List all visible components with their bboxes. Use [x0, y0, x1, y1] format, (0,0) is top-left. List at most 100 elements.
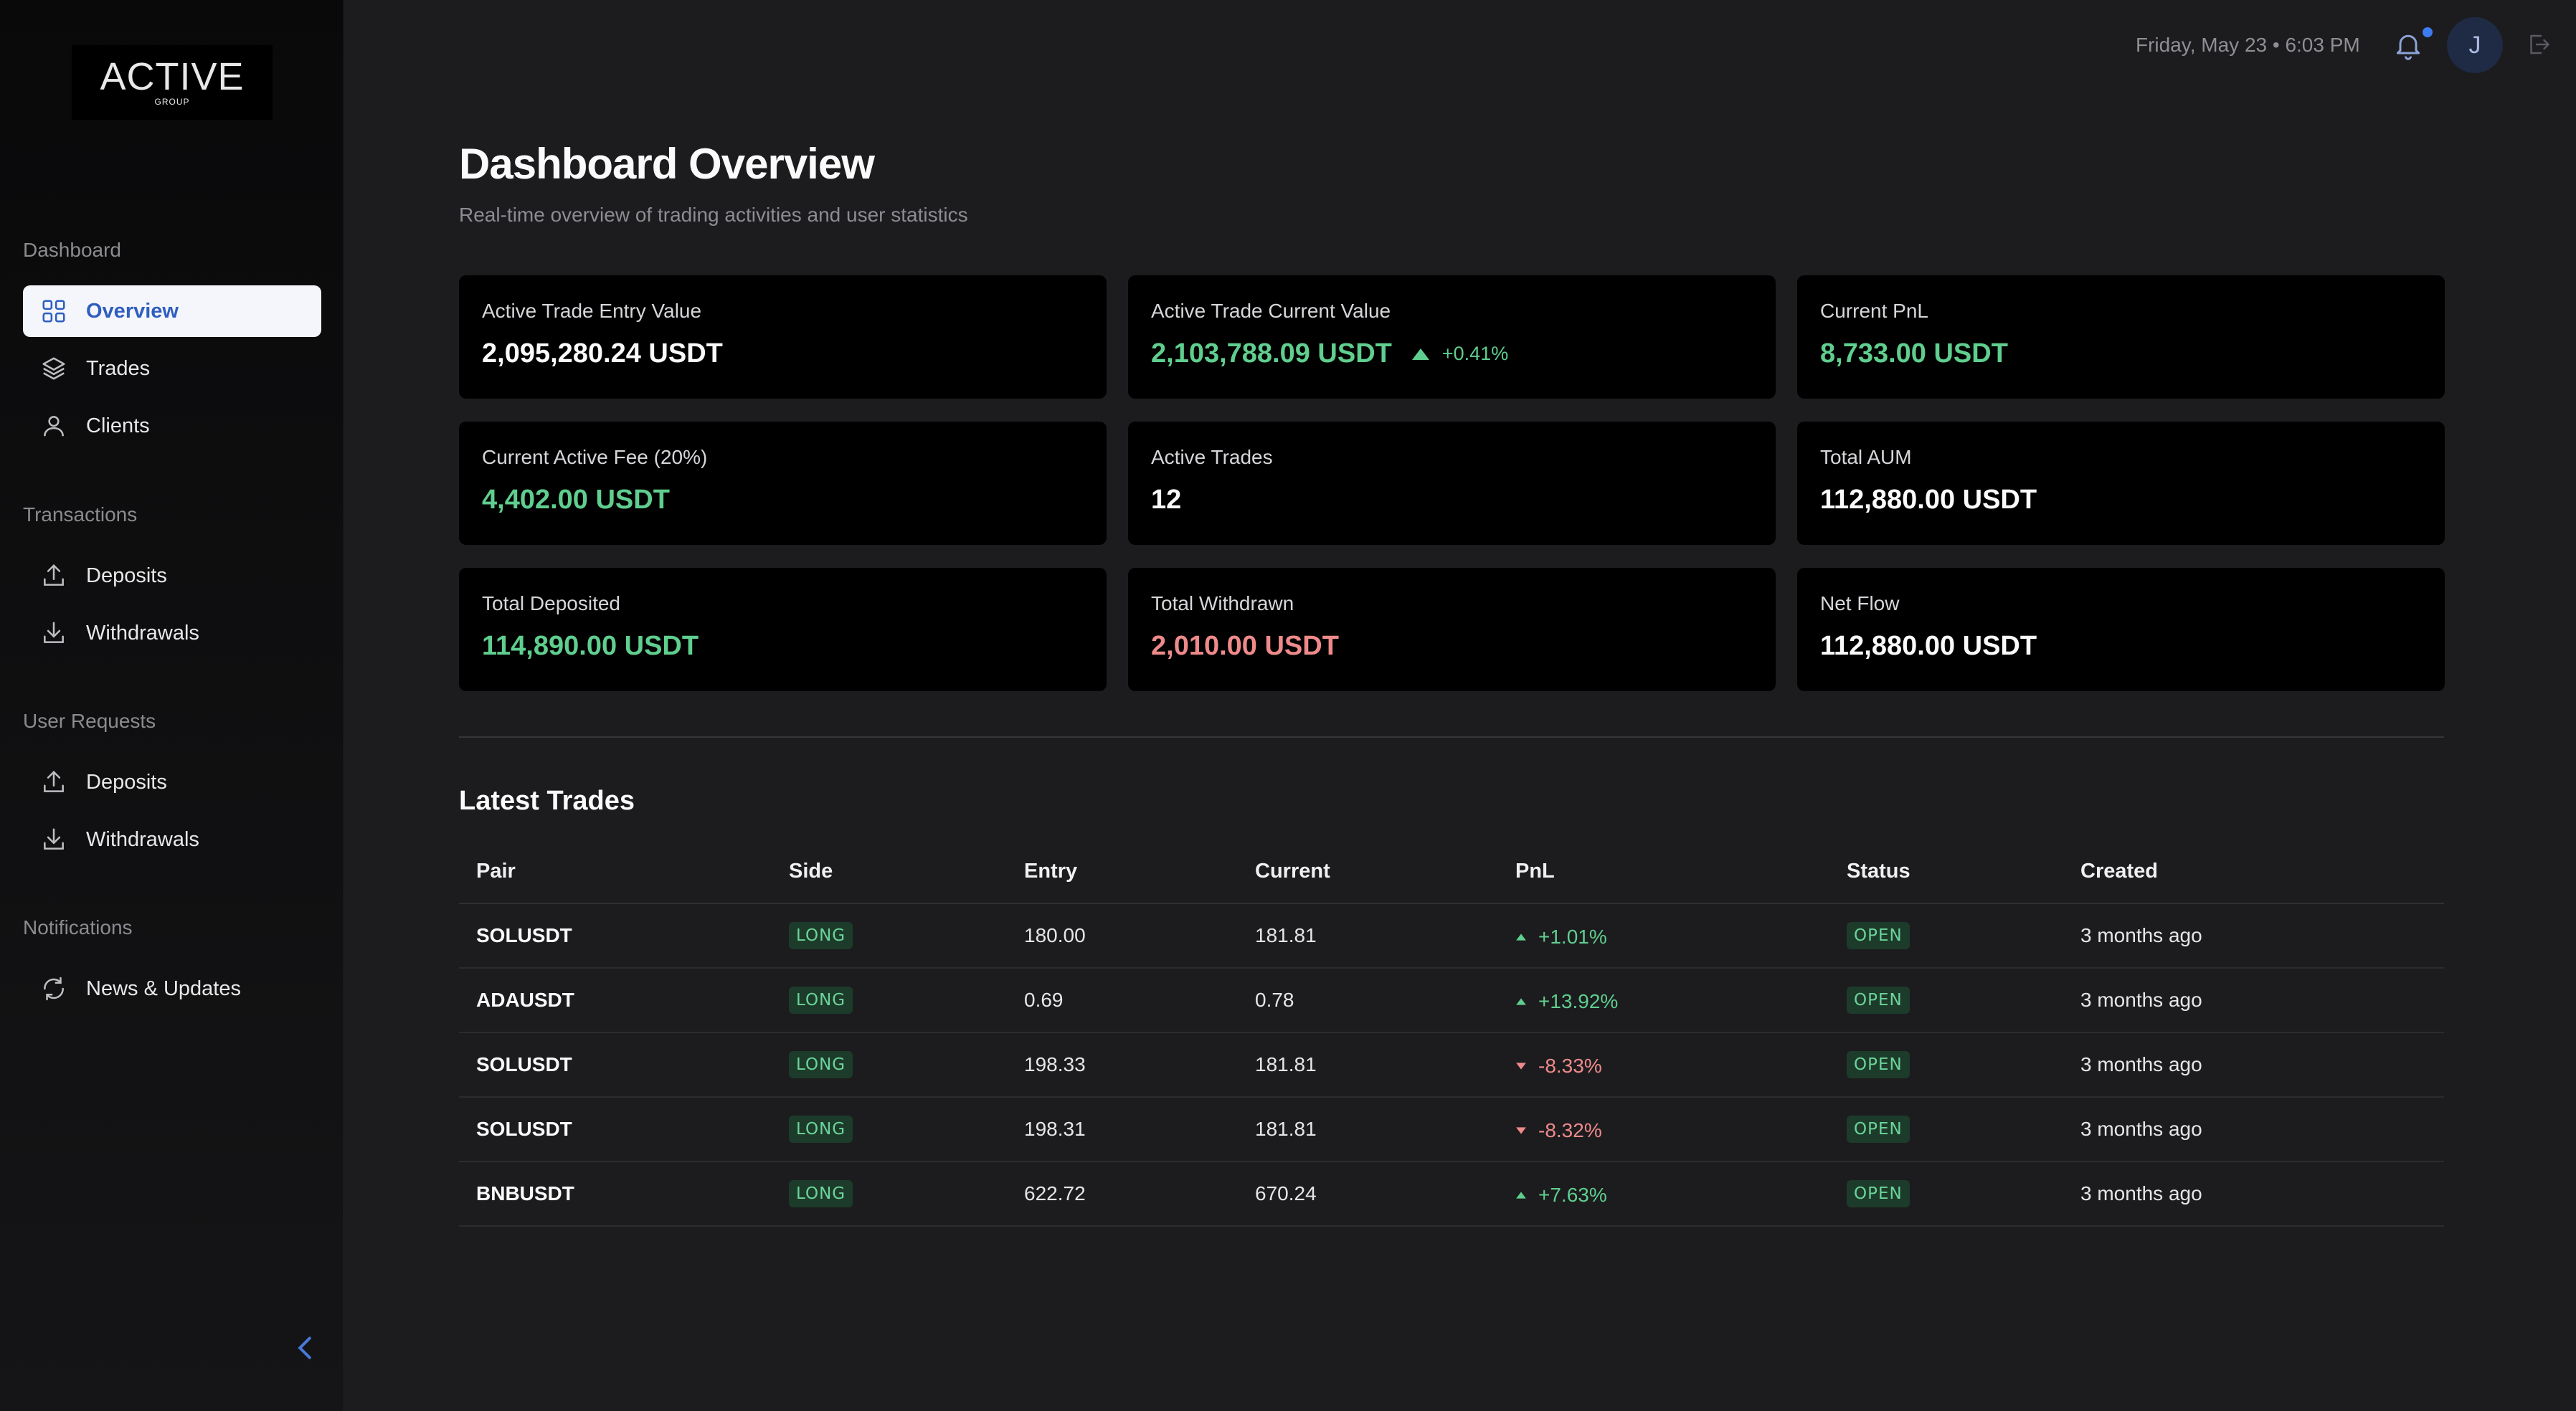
stat-card-active-trades: Active Trades 12 — [1128, 422, 1776, 545]
stat-label: Net Flow — [1820, 592, 1900, 614]
triangle-down-icon — [1516, 1126, 1526, 1134]
avatar[interactable]: J — [2447, 17, 2503, 73]
page-title: Dashboard Overview — [459, 140, 875, 188]
trade-entry: 180.00 — [1007, 903, 1238, 969]
trade-pair: BNBUSDT — [459, 1161, 772, 1227]
stat-value: 112,880.00 USDT — [1820, 631, 2037, 661]
stat-label: Total Withdrawn — [1151, 592, 1294, 614]
trade-pair: SOLUSDT — [459, 1097, 772, 1162]
trade-pnl-cell: +1.01% — [1498, 903, 1829, 969]
triangle-up-icon — [1516, 1191, 1526, 1199]
status-badge: OPEN — [1847, 1180, 1910, 1207]
trade-pnl: +1.01% — [1538, 925, 1607, 948]
column-header-pnl[interactable]: PnL — [1498, 840, 1829, 904]
stat-label: Current PnL — [1820, 300, 1928, 322]
stat-label: Total Deposited — [482, 592, 621, 614]
trade-side-cell: LONG — [772, 1161, 1007, 1227]
column-header-entry[interactable]: Entry — [1007, 840, 1238, 904]
section-label-notifications: Notifications — [23, 916, 133, 939]
trade-side-cell: LONG — [772, 1032, 1007, 1098]
table-row[interactable]: BNBUSDT LONG 622.72 670.24 +7.63% OPEN 3… — [459, 1161, 2444, 1227]
section-divider — [459, 736, 2444, 738]
collapse-sidebar-icon[interactable] — [294, 1335, 316, 1361]
stat-label: Total AUM — [1820, 446, 1912, 468]
column-header-status[interactable]: Status — [1829, 840, 2063, 904]
stat-label: Active Trade Entry Value — [482, 300, 702, 322]
triangle-up-icon — [1516, 997, 1526, 1005]
bell-icon[interactable] — [2392, 29, 2424, 62]
trade-status-cell: OPEN — [1829, 1097, 2063, 1162]
trade-side-cell: LONG — [772, 1097, 1007, 1162]
sidebar-item-trades[interactable]: Trades — [23, 343, 321, 394]
trade-created: 3 months ago — [2063, 1161, 2444, 1227]
trade-status-cell: OPEN — [1829, 1032, 2063, 1098]
latest-trades-table: Pair Side Entry Current PnL Status Creat… — [459, 840, 2444, 1227]
trade-created: 3 months ago — [2063, 1097, 2444, 1162]
sidebar-item-label: Withdrawals — [86, 827, 199, 851]
change-value: +0.41% — [1441, 343, 1509, 364]
grid-icon — [42, 300, 65, 323]
trade-status-cell: OPEN — [1829, 903, 2063, 969]
stat-card-active-current-value: Active Trade Current Value 2,103,788.09 … — [1128, 275, 1776, 399]
table-row[interactable]: ADAUSDT LONG 0.69 0.78 +13.92% OPEN 3 mo… — [459, 968, 2444, 1033]
sidebar-item-label: Deposits — [86, 770, 167, 794]
page-subtitle: Real-time overview of trading activities… — [459, 204, 968, 226]
trade-created: 3 months ago — [2063, 903, 2444, 969]
status-badge: OPEN — [1847, 1051, 1910, 1078]
company-logo[interactable]: ACTIVE GROUP — [72, 45, 273, 120]
current-datetime: Friday, May 23 • 6:03 PM — [2136, 34, 2360, 56]
table-row[interactable]: SOLUSDT LONG 198.31 181.81 -8.32% OPEN 3… — [459, 1097, 2444, 1162]
trade-current: 0.78 — [1238, 968, 1498, 1033]
sidebar-item-label: Clients — [86, 414, 150, 437]
stat-value: 12 — [1151, 485, 1182, 515]
sidebar-item-requests-withdrawals[interactable]: Withdrawals — [23, 814, 321, 865]
stat-value: 4,402.00 USDT — [482, 485, 670, 515]
column-header-pair[interactable]: Pair — [459, 840, 772, 904]
column-header-created[interactable]: Created — [2063, 840, 2444, 904]
logout-icon[interactable] — [2526, 32, 2552, 57]
sidebar-item-transactions-deposits[interactable]: Deposits — [23, 550, 321, 602]
stat-card-active-entry-value: Active Trade Entry Value 2,095,280.24 US… — [459, 275, 1107, 399]
stat-card-net-flow: Net Flow 112,880.00 USDT — [1797, 568, 2445, 691]
stat-value: 2,095,280.24 USDT — [482, 338, 723, 369]
side-badge: LONG — [789, 1180, 853, 1207]
sidebar-item-transactions-withdrawals[interactable]: Withdrawals — [23, 607, 321, 659]
upload-icon — [44, 564, 64, 586]
trade-pnl-cell: -8.32% — [1498, 1097, 1829, 1162]
download-icon — [44, 828, 64, 850]
trade-entry: 198.31 — [1007, 1097, 1238, 1162]
stat-card-current-pnl: Current PnL 8,733.00 USDT — [1797, 275, 2445, 399]
sidebar-item-overview[interactable]: Overview — [23, 285, 321, 337]
trade-status-cell: OPEN — [1829, 1161, 2063, 1227]
status-badge: OPEN — [1847, 1116, 1910, 1143]
sidebar-item-label: Withdrawals — [86, 621, 199, 645]
stat-label: Current Active Fee (20%) — [482, 446, 708, 468]
sidebar-item-label: News & Updates — [86, 977, 241, 1000]
side-badge: LONG — [789, 1116, 853, 1143]
stat-card-active-fee: Current Active Fee (20%) 4,402.00 USDT — [459, 422, 1107, 545]
trade-pair: SOLUSDT — [459, 1032, 772, 1098]
sidebar-item-label: Deposits — [86, 564, 167, 587]
refresh-icon — [44, 977, 64, 1001]
column-header-current[interactable]: Current — [1238, 840, 1498, 904]
sidebar-item-requests-deposits[interactable]: Deposits — [23, 756, 321, 808]
section-label-dashboard: Dashboard — [23, 239, 121, 261]
trade-current: 181.81 — [1238, 1097, 1498, 1162]
trade-side-cell: LONG — [772, 968, 1007, 1033]
sidebar-item-news-updates[interactable]: News & Updates — [23, 963, 321, 1015]
trade-current: 670.24 — [1238, 1161, 1498, 1227]
table-row[interactable]: SOLUSDT LONG 180.00 181.81 +1.01% OPEN 3… — [459, 903, 2444, 969]
trade-side-cell: LONG — [772, 903, 1007, 969]
sidebar-item-clients[interactable]: Clients — [23, 400, 321, 452]
column-header-side[interactable]: Side — [772, 840, 1007, 904]
section-label-user-requests: User Requests — [23, 710, 156, 732]
side-badge: LONG — [789, 987, 853, 1014]
trade-entry: 0.69 — [1007, 968, 1238, 1033]
stat-card-total-deposited: Total Deposited 114,890.00 USDT — [459, 568, 1107, 691]
table-header-row: Pair Side Entry Current PnL Status Creat… — [459, 840, 2444, 904]
stat-card-total-aum: Total AUM 112,880.00 USDT — [1797, 422, 2445, 545]
notification-dot — [2423, 27, 2433, 37]
table-row[interactable]: SOLUSDT LONG 198.33 181.81 -8.33% OPEN 3… — [459, 1032, 2444, 1098]
sidebar: ACTIVE GROUP Dashboard Overview Trades C… — [0, 0, 344, 1411]
stat-label: Active Trade Current Value — [1151, 300, 1391, 322]
